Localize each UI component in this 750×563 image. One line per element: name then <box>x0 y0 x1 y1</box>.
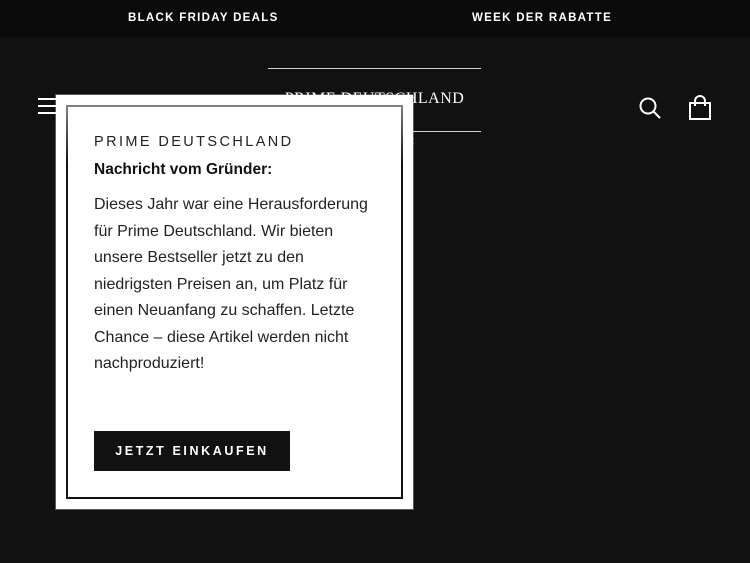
popup-brand: PRIME DEUTSCHLAND <box>94 134 294 150</box>
popup-body-text: Dieses Jahr war eine Herausforderung für… <box>94 196 368 372</box>
search-icon[interactable] <box>638 96 662 120</box>
cart-icon[interactable] <box>687 95 713 121</box>
promo-link-black-friday[interactable]: BLACK FRIDAY DEALS <box>128 12 279 24</box>
announcement-bar: BLACK FRIDAY DEALS WEEK DER RABATTE <box>0 0 750 38</box>
founder-message-popup: PRIME DEUTSCHLAND Nachricht vom Gründer:… <box>56 95 413 509</box>
popup-heading: Nachricht vom Gründer: <box>94 161 273 178</box>
promo-link-week-der-rabatte[interactable]: WEEK DER RABATTE <box>472 12 612 24</box>
logo-divider-top <box>268 68 481 69</box>
shop-now-button[interactable]: JETZT EINKAUFEN <box>94 431 290 471</box>
